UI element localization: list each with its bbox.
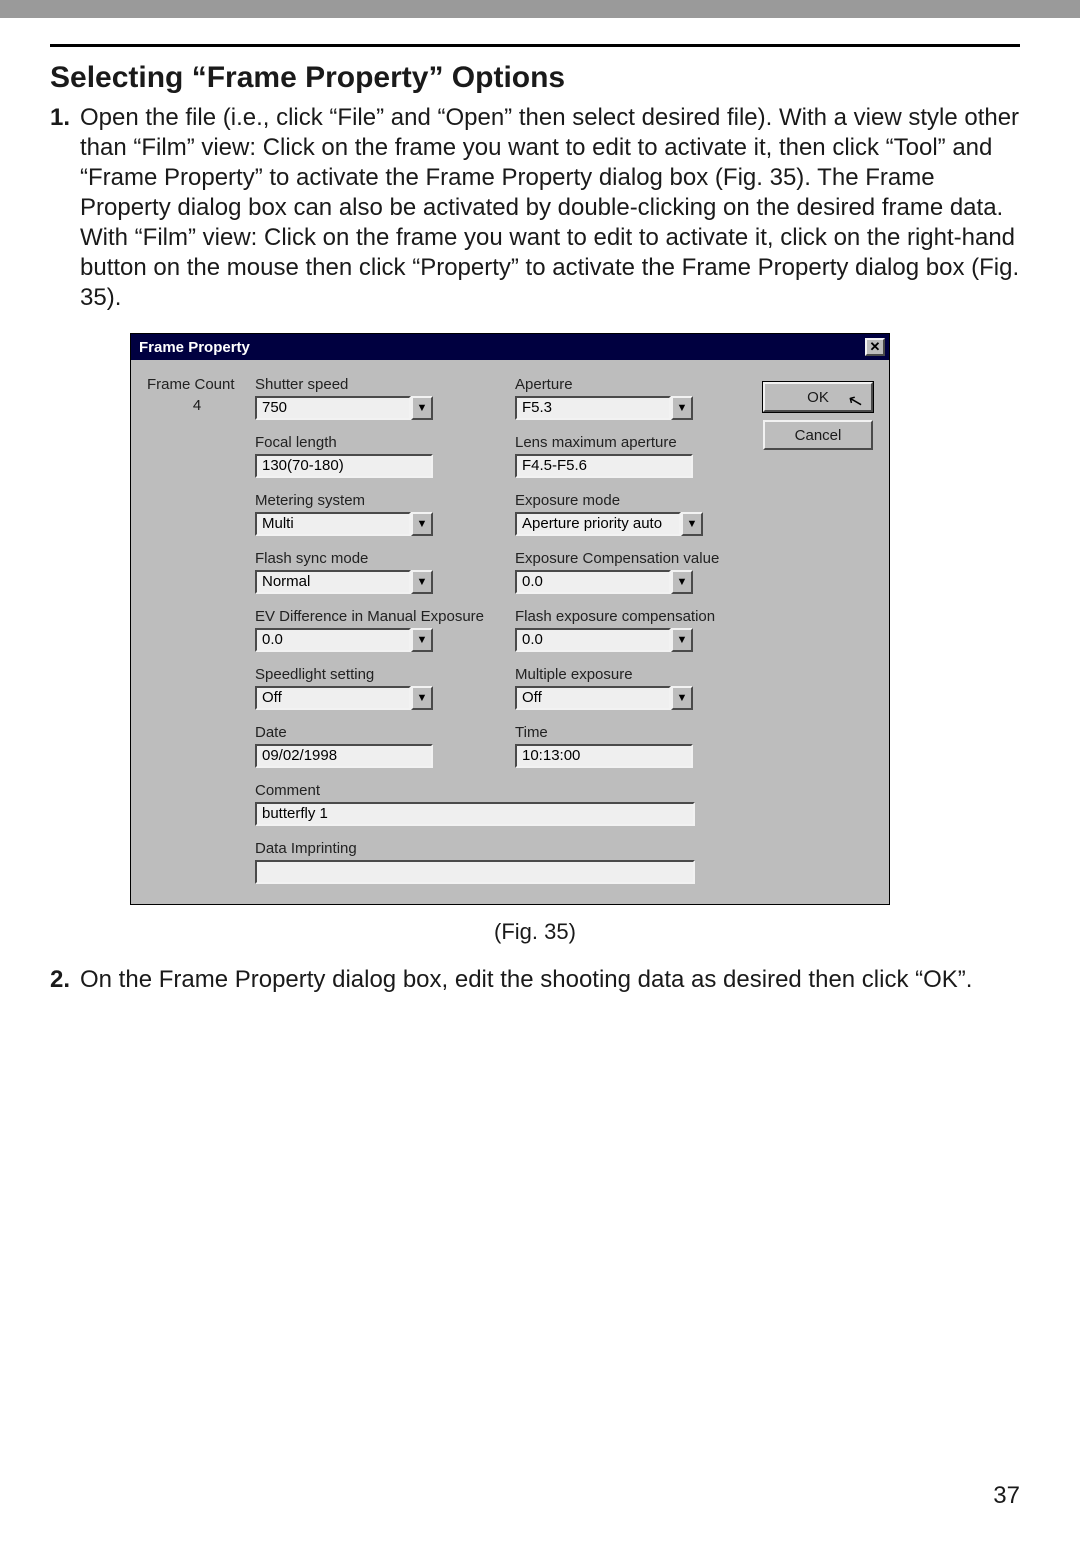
label-lens-max-aperture: Lens maximum aperture [515, 434, 735, 451]
exposure-compensation-combo[interactable]: 0.0 ▼ [515, 570, 693, 594]
field-comment: Comment butterfly 1 [255, 782, 735, 826]
frame-count-value: 4 [147, 397, 247, 414]
label-ev-difference: EV Difference in Manual Exposure [255, 608, 495, 625]
figure-caption: (Fig. 35) [50, 919, 1020, 945]
metering-system-value: Multi [255, 512, 411, 536]
chevron-down-icon[interactable]: ▼ [411, 570, 433, 594]
field-flash-sync-mode: Flash sync mode Normal ▼ [255, 550, 495, 594]
field-flash-exposure-compensation: Flash exposure compensation 0.0 ▼ [515, 608, 735, 652]
field-exposure-compensation: Exposure Compensation value 0.0 ▼ [515, 550, 735, 594]
ev-difference-value: 0.0 [255, 628, 411, 652]
close-icon[interactable]: ✕ [865, 338, 885, 356]
comment-value: butterfly 1 [255, 802, 695, 826]
dialog-titlebar: Frame Property ✕ [131, 334, 889, 360]
ok-button-label: OK [807, 389, 829, 406]
step-number: 2. [50, 965, 80, 995]
field-exposure-mode: Exposure mode Aperture priority auto ▼ [515, 492, 735, 536]
page-number: 37 [993, 1482, 1020, 1510]
field-time: Time 10:13:00 [515, 724, 735, 768]
chevron-down-icon[interactable]: ▼ [681, 512, 703, 536]
label-speedlight-setting: Speedlight setting [255, 666, 495, 683]
label-shutter-speed: Shutter speed [255, 376, 495, 393]
flash-exposure-compensation-value: 0.0 [515, 628, 671, 652]
lens-max-aperture-input[interactable]: F4.5-F5.6 [515, 454, 693, 478]
field-ev-difference: EV Difference in Manual Exposure 0.0 ▼ [255, 608, 495, 652]
multiple-exposure-combo[interactable]: Off ▼ [515, 686, 693, 710]
cancel-button[interactable]: Cancel [763, 420, 873, 450]
field-aperture: Aperture F5.3 ▼ [515, 376, 735, 420]
ok-button[interactable]: OK ↖ [763, 382, 873, 412]
label-aperture: Aperture [515, 376, 735, 393]
data-imprinting-value [255, 860, 695, 884]
comment-input[interactable]: butterfly 1 [255, 802, 695, 826]
label-date: Date [255, 724, 495, 741]
metering-system-combo[interactable]: Multi ▼ [255, 512, 433, 536]
step-number: 1. [50, 103, 80, 133]
exposure-compensation-value: 0.0 [515, 570, 671, 594]
shutter-speed-value: 750 [255, 396, 411, 420]
chevron-down-icon[interactable]: ▼ [411, 512, 433, 536]
multiple-exposure-value: Off [515, 686, 671, 710]
chevron-down-icon[interactable]: ▼ [671, 396, 693, 420]
speedlight-setting-combo[interactable]: Off ▼ [255, 686, 433, 710]
frame-property-dialog: Frame Property ✕ Frame Count 4 Shutter s… [130, 333, 890, 905]
field-shutter-speed: Shutter speed 750 ▼ [255, 376, 495, 420]
label-metering-system: Metering system [255, 492, 495, 509]
step-text: On the Frame Property dialog box, edit t… [80, 965, 972, 995]
shutter-speed-combo[interactable]: 750 ▼ [255, 396, 433, 420]
focal-length-input[interactable]: 130(70-180) [255, 454, 433, 478]
chevron-down-icon[interactable]: ▼ [411, 396, 433, 420]
time-input[interactable]: 10:13:00 [515, 744, 693, 768]
step-text: Open the file (i.e., click “File” and “O… [80, 103, 1020, 313]
time-value: 10:13:00 [515, 744, 693, 768]
label-exposure-compensation: Exposure Compensation value [515, 550, 735, 567]
field-date: Date 09/02/1998 [255, 724, 495, 768]
label-multiple-exposure: Multiple exposure [515, 666, 735, 683]
label-time: Time [515, 724, 735, 741]
label-comment: Comment [255, 782, 735, 799]
horizontal-rule [50, 44, 1020, 47]
chevron-down-icon[interactable]: ▼ [411, 686, 433, 710]
chevron-down-icon[interactable]: ▼ [671, 686, 693, 710]
chevron-down-icon[interactable]: ▼ [671, 628, 693, 652]
cursor-icon: ↖ [845, 389, 865, 413]
scan-top-band [0, 0, 1080, 18]
focal-length-value: 130(70-180) [255, 454, 433, 478]
chevron-down-icon[interactable]: ▼ [411, 628, 433, 652]
field-lens-max-aperture: Lens maximum aperture F4.5-F5.6 [515, 434, 735, 478]
label-data-imprinting: Data Imprinting [255, 840, 735, 857]
label-exposure-mode: Exposure mode [515, 492, 735, 509]
exposure-mode-combo[interactable]: Aperture priority auto ▼ [515, 512, 703, 536]
chevron-down-icon[interactable]: ▼ [671, 570, 693, 594]
flash-sync-mode-combo[interactable]: Normal ▼ [255, 570, 433, 594]
flash-sync-mode-value: Normal [255, 570, 411, 594]
date-value: 09/02/1998 [255, 744, 433, 768]
field-focal-length: Focal length 130(70-180) [255, 434, 495, 478]
ev-difference-combo[interactable]: 0.0 ▼ [255, 628, 433, 652]
dialog-title: Frame Property [139, 339, 250, 356]
figure-35: Frame Property ✕ Frame Count 4 Shutter s… [130, 333, 890, 905]
exposure-mode-value: Aperture priority auto [515, 512, 681, 536]
label-flash-exposure-compensation: Flash exposure compensation [515, 608, 735, 625]
aperture-combo[interactable]: F5.3 ▼ [515, 396, 693, 420]
label-flash-sync-mode: Flash sync mode [255, 550, 495, 567]
field-speedlight-setting: Speedlight setting Off ▼ [255, 666, 495, 710]
aperture-value: F5.3 [515, 396, 671, 420]
field-multiple-exposure: Multiple exposure Off ▼ [515, 666, 735, 710]
section-title: Selecting “Frame Property” Options [50, 61, 1020, 95]
field-data-imprinting: Data Imprinting [255, 840, 735, 884]
speedlight-setting-value: Off [255, 686, 411, 710]
frame-count-label: Frame Count [147, 376, 247, 393]
label-focal-length: Focal length [255, 434, 495, 451]
steps-list-2: 2. On the Frame Property dialog box, edi… [50, 965, 1020, 995]
data-imprinting-input[interactable] [255, 860, 695, 884]
cancel-button-label: Cancel [795, 427, 842, 444]
frame-count-section: Frame Count 4 [147, 376, 247, 884]
field-metering-system: Metering system Multi ▼ [255, 492, 495, 536]
lens-max-aperture-value: F4.5-F5.6 [515, 454, 693, 478]
date-input[interactable]: 09/02/1998 [255, 744, 433, 768]
steps-list: 1. Open the file (i.e., click “File” and… [50, 103, 1020, 313]
flash-exposure-compensation-combo[interactable]: 0.0 ▼ [515, 628, 693, 652]
